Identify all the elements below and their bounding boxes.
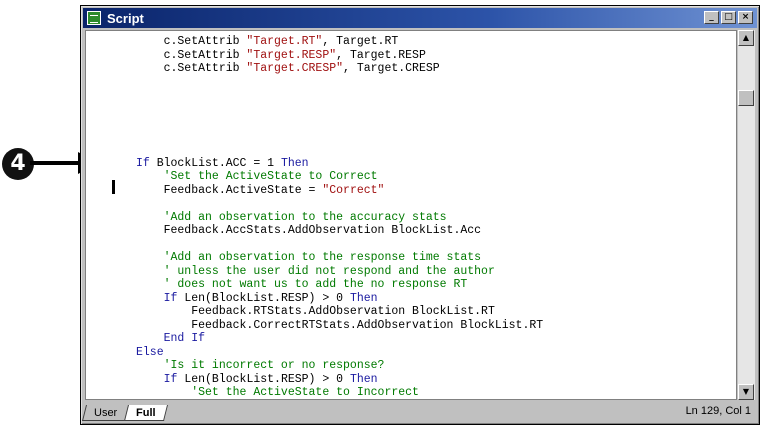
code-line: Feedback.ActiveState = "Correct" [136,184,543,198]
code-token: c.SetAttrib [136,62,247,75]
code-line: 'Is it incorrect or no response? [136,359,543,373]
code-token: Then [280,156,309,170]
code-token: 'Is it incorrect or no response? [136,359,385,372]
code-line: 'Set the ActiveState to Incorrect [136,386,543,399]
code-token: "Correct" [322,183,385,197]
code-token: Feedback.AccStats.AddObservation BlockLi… [136,224,482,237]
code-token: End If [163,332,206,345]
code-token: Else [136,345,164,359]
code-token: If [163,291,185,305]
code-token: "Target.CRESP" [246,62,344,75]
code-token: Then [349,372,378,386]
code-token: ' unless the user did not respond and th… [136,264,495,278]
vertical-scroll-thumb[interactable] [738,90,754,106]
tab-full-label: Full [136,407,156,419]
vertical-scrollbar[interactable]: ▲ ▼ [737,30,755,400]
code-token: , Target.CRESP [343,62,440,75]
view-tabs: User Full [82,405,168,421]
code-line: If BlockList.ACC = 1 Then [136,157,543,171]
code-token: c.SetAttrib [136,35,247,48]
code-line: c.SetAttrib "Target.RESP", Target.RESP [136,49,543,63]
code-line: Feedback.RTStats.AddObservation BlockLis… [136,305,543,319]
code-line: 'Add an observation to the accuracy stat… [136,211,543,225]
script-window-icon [87,11,101,25]
cursor-position-status: Ln 129, Col 1 [685,405,751,417]
text-cursor [112,180,115,194]
script-window: Script _ □ × c.SetAttrib "Target.RT", Ta… [80,5,760,425]
code-line: ' unless the user did not respond and th… [136,265,543,279]
code-token: , Target.RESP [336,48,426,62]
code-line: Else [136,346,543,360]
code-token: 'Set the ActiveState to Incorrect [136,386,419,399]
tab-user[interactable]: User [82,405,130,421]
code-line: 'Add an observation to the response time… [136,251,543,265]
tab-user-label: User [94,407,118,419]
code-token: BlockList.ACC = 1 [156,156,281,170]
code-line: c.SetAttrib "Target.RT", Target.RT [136,35,543,49]
scroll-up-button[interactable]: ▲ [738,30,754,46]
code-token: 'Set the ActiveState to Correct [136,170,378,183]
maximize-button[interactable]: □ [721,11,736,24]
code-token: "Target.RT" [246,35,323,48]
code-token: Then [349,291,378,305]
code-token: Feedback.ActiveState = [136,183,323,197]
code-token: c.SetAttrib [136,48,247,62]
code-token: Len(BlockList.RESP) > 0 [184,291,350,305]
code-line: 'Set the ActiveState to Correct [136,170,543,184]
code-token: Feedback.CorrectRTStats.AddObservation B… [136,318,544,332]
stage: 4 Script _ □ × c.SetAttrib "Target.RT", … [0,0,767,429]
code-line: End If [136,332,543,346]
title-bar[interactable]: Script _ □ × [83,8,757,28]
minimize-button[interactable]: _ [704,11,719,24]
code-token: 'Add an observation to the response time… [136,251,482,264]
code-token: ' does not want us to add the no respons… [136,278,468,291]
window-title: Script [107,10,144,26]
code-token: If [136,156,157,170]
code-editor[interactable]: c.SetAttrib "Target.RT", Target.RT c.Set… [85,30,737,400]
tab-full[interactable]: Full [124,405,168,421]
code-line: c.SetAttrib "Target.CRESP", Target.CRESP [136,62,543,76]
code-token: If [163,372,185,386]
code-token: 'Add an observation to the accuracy stat… [136,210,447,224]
code-line: Feedback.CorrectRTStats.AddObservation B… [136,319,543,333]
code-line: If Len(BlockList.RESP) > 0 Then [136,373,543,387]
code-line: Feedback.AccStats.AddObservation BlockLi… [136,224,543,238]
code-text: c.SetAttrib "Target.RT", Target.RT c.Set… [136,35,543,399]
bottom-bar: User Full Ln 129, Col 1 [82,400,755,422]
scroll-down-button[interactable]: ▼ [738,384,754,400]
code-line: ' does not want us to add the no respons… [136,278,543,292]
code-token: , Target.RT [322,35,399,48]
close-button[interactable]: × [738,11,753,24]
code-token: Len(BlockList.RESP) > 0 [184,372,350,386]
window-controls: _ □ × [704,11,753,24]
code-token: "Target.RESP" [246,48,337,62]
code-line: If Len(BlockList.RESP) > 0 Then [136,292,543,306]
code-token: Feedback.RTStats.AddObservation BlockLis… [136,305,495,318]
